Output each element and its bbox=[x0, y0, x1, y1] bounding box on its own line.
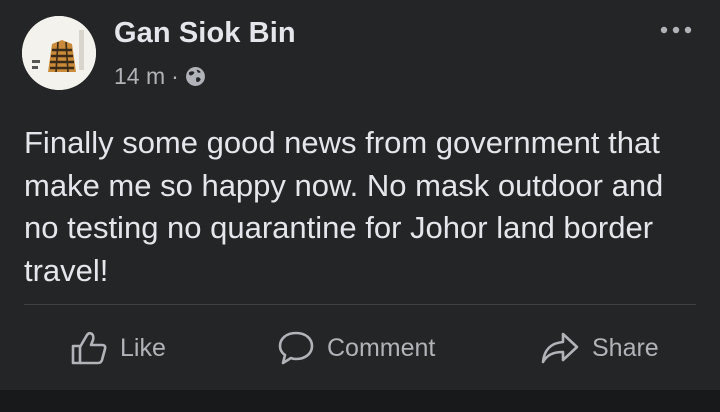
comment-icon bbox=[278, 331, 314, 365]
comment-button[interactable]: Comment bbox=[277, 306, 435, 390]
share-icon bbox=[541, 332, 579, 364]
comment-label: Comment bbox=[327, 333, 436, 362]
post-text: Finally some good news from government t… bbox=[24, 125, 664, 288]
meta-separator: · bbox=[171, 63, 179, 89]
like-label: Like bbox=[120, 333, 166, 362]
share-label: Share bbox=[592, 333, 659, 362]
more-icon bbox=[660, 26, 692, 34]
post-card: Gan Siok Bin 14 m · Finally some good ne… bbox=[0, 0, 720, 390]
globe-icon[interactable] bbox=[185, 66, 206, 87]
post-meta: 14 m · bbox=[114, 63, 206, 90]
more-options-button[interactable] bbox=[656, 16, 696, 44]
avatar[interactable] bbox=[22, 16, 96, 90]
share-button[interactable]: Share bbox=[540, 306, 659, 390]
like-button[interactable]: Like bbox=[70, 306, 166, 390]
divider bbox=[24, 304, 696, 305]
thumbs-up-icon bbox=[71, 331, 107, 365]
author-name[interactable]: Gan Siok Bin bbox=[114, 17, 296, 50]
post-time[interactable]: 14 m bbox=[114, 63, 165, 90]
action-bar: Like Comment Share bbox=[0, 306, 720, 390]
